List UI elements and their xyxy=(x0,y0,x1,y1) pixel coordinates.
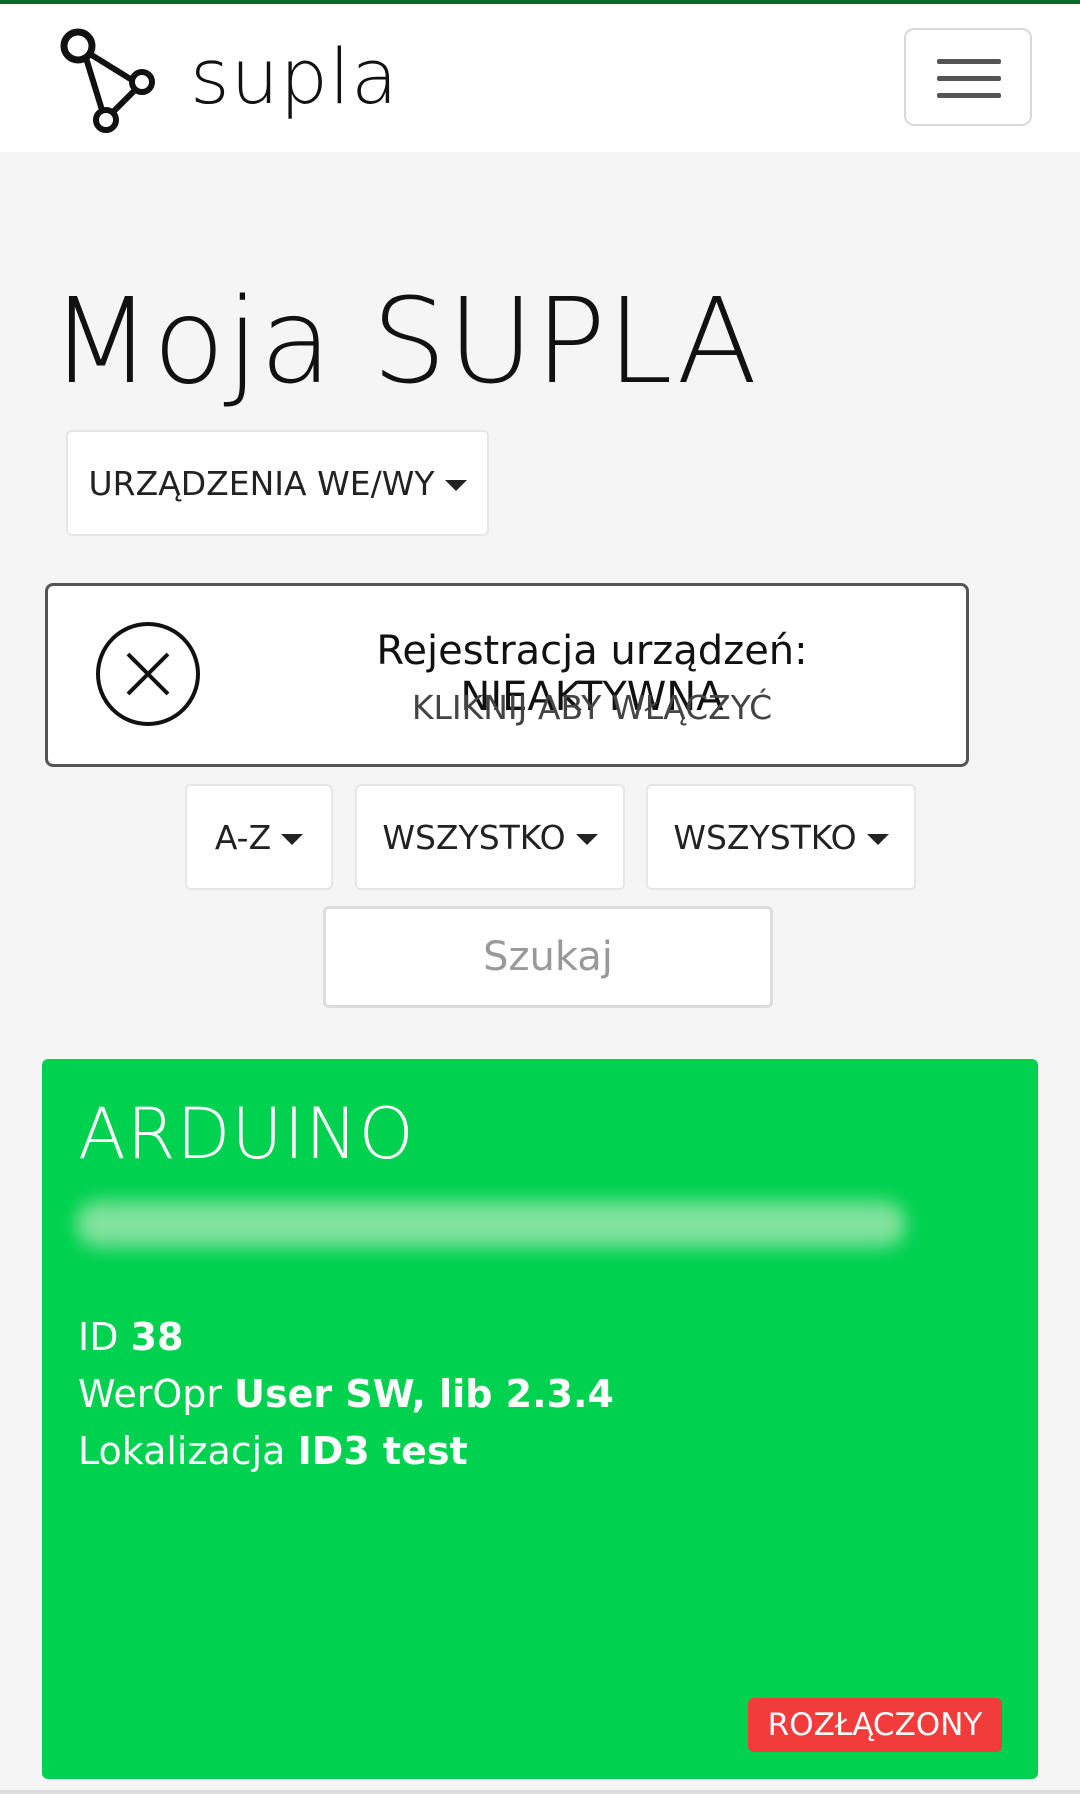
caret-down-icon xyxy=(444,479,467,491)
caret-down-icon xyxy=(575,833,598,845)
device-comment-redacted xyxy=(76,1201,906,1247)
device-id-label: ID xyxy=(78,1315,119,1359)
registration-action: KLIKNIJ ABY WŁĄCZYĆ xyxy=(411,688,773,727)
device-card[interactable]: ARDUINO ID 38 WerOpr User SW, lib 2.3.4 … xyxy=(42,1059,1038,1779)
menu-button[interactable] xyxy=(904,28,1032,126)
device-firmware-row: WerOpr User SW, lib 2.3.4 xyxy=(78,1366,614,1423)
section-dropdown-label: URZĄDZENIA WE/WY xyxy=(88,463,435,503)
device-id-value: 38 xyxy=(130,1315,184,1359)
section-dropdown[interactable]: URZĄDZENIA WE/WY xyxy=(66,430,489,536)
page-title: Moja SUPLA xyxy=(50,272,759,410)
device-location-value: ID3 test xyxy=(297,1429,468,1473)
device-location-label: Lokalizacja xyxy=(78,1429,286,1473)
device-id-row: ID 38 xyxy=(78,1309,614,1366)
status-badge: ROZŁĄCZONY xyxy=(748,1698,1002,1752)
registration-toggle[interactable]: Rejestracja urządzeń: NIEAKTYWNA KLIKNIJ… xyxy=(45,583,969,767)
sort-dropdown[interactable]: A-Z xyxy=(185,784,333,890)
device-name: ARDUINO xyxy=(78,1093,415,1175)
navbar: supla xyxy=(0,4,1080,152)
bottom-divider xyxy=(0,1790,1080,1794)
menu-icon-bar xyxy=(937,59,1001,64)
type-filter-dropdown[interactable]: WSZYSTKO xyxy=(646,784,916,890)
close-circle-icon xyxy=(96,622,200,726)
search-input[interactable] xyxy=(323,906,773,1008)
menu-icon-bar xyxy=(937,93,1001,98)
sort-dropdown-label: A-Z xyxy=(214,817,272,857)
menu-icon-bar xyxy=(937,76,1001,81)
device-location-row: Lokalizacja ID3 test xyxy=(78,1423,614,1480)
device-firmware-value: User SW, lib 2.3.4 xyxy=(234,1372,614,1416)
type-filter-label: WSZYSTKO xyxy=(673,817,857,857)
brand-name[interactable]: supla xyxy=(190,32,399,121)
device-firmware-label: WerOpr xyxy=(78,1372,223,1416)
state-filter-dropdown[interactable]: WSZYSTKO xyxy=(355,784,625,890)
device-details: ID 38 WerOpr User SW, lib 2.3.4 Lokaliza… xyxy=(78,1309,614,1480)
caret-down-icon xyxy=(866,833,889,845)
caret-down-icon xyxy=(281,833,304,845)
supla-logo-icon[interactable] xyxy=(58,26,158,141)
state-filter-label: WSZYSTKO xyxy=(382,817,566,857)
